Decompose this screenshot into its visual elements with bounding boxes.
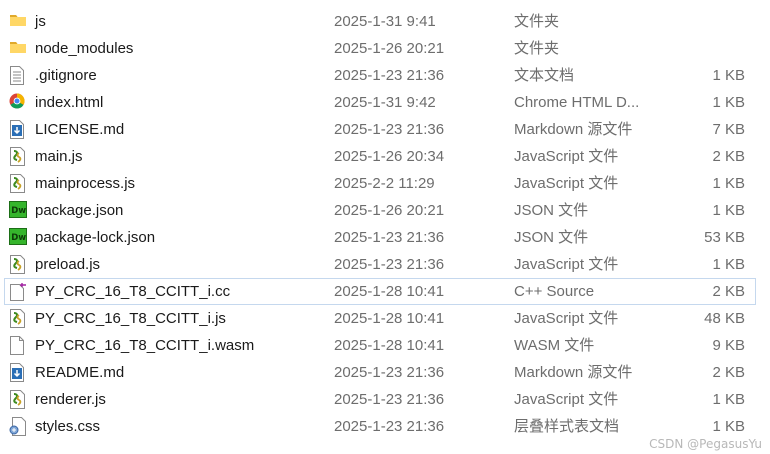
file-modified-date: 2025-1-23 21:36 xyxy=(334,121,445,138)
javascript-file-icon xyxy=(9,309,29,329)
file-name: preload.js xyxy=(35,256,101,273)
file-size: 1 KB xyxy=(712,67,745,84)
dreamweaver-json-icon: Dw xyxy=(9,201,29,221)
file-modified-date: 2025-1-23 21:36 xyxy=(334,256,445,273)
file-type: 文件夹 xyxy=(514,13,560,30)
file-row-py-crc-16-t8-ccitt-i-js[interactable]: PY_CRC_16_T8_CCITT_i.js 2025-1-28 10:41 Ja… xyxy=(4,305,756,332)
chrome-html-icon xyxy=(9,93,29,113)
file-size: 1 KB xyxy=(712,94,745,111)
file-row-gitignore[interactable]: .gitignore 2025-1-23 21:36 文本文档 1 KB xyxy=(4,62,756,89)
file-type: 文本文档 xyxy=(514,67,575,84)
file-type: Markdown 源文件 xyxy=(514,121,633,138)
file-size: 2 KB xyxy=(712,283,745,300)
file-name: LICENSE.md xyxy=(35,121,125,138)
file-type: WASM 文件 xyxy=(514,337,595,354)
svg-text:Dw: Dw xyxy=(11,233,26,243)
file-size: 2 KB xyxy=(712,148,745,165)
file-size: 1 KB xyxy=(712,256,745,273)
file-list: js 2025-1-31 9:41 文件夹 node_modules 2025-1-26… xyxy=(0,8,770,440)
file-type: 文件夹 xyxy=(514,40,560,57)
file-size: 9 KB xyxy=(712,337,745,354)
file-size: 1 KB xyxy=(712,175,745,192)
file-row-license-md[interactable]: LICENSE.md 2025-1-23 21:36 Markdown 源文件 7 K… xyxy=(4,116,756,143)
file-row-renderer-js[interactable]: renderer.js 2025-1-23 21:36 JavaScript 文件 1… xyxy=(4,386,756,413)
file-name: package.json xyxy=(35,202,124,219)
file-modified-date: 2025-1-23 21:36 xyxy=(334,364,445,381)
file-size: 48 KB xyxy=(704,310,745,327)
file-modified-date: 2025-2-2 11:29 xyxy=(334,175,435,192)
file-type: JSON 文件 xyxy=(514,229,589,246)
file-row-preload-js[interactable]: preload.js 2025-1-23 21:36 JavaScript 文件 1 … xyxy=(4,251,756,278)
folder-icon xyxy=(9,12,29,32)
file-row-package-lock-json[interactable]: Dw package-lock.json 2025-1-23 21:36 JSON 文… xyxy=(4,224,756,251)
file-name: renderer.js xyxy=(35,391,106,408)
file-type: Markdown 源文件 xyxy=(514,364,633,381)
javascript-file-icon xyxy=(9,174,29,194)
file-name: index.html xyxy=(35,94,104,111)
file-name: package-lock.json xyxy=(35,229,156,246)
file-row-index-html[interactable]: index.html 2025-1-31 9:42 Chrome HTML D...… xyxy=(4,89,756,116)
file-type: JSON 文件 xyxy=(514,202,589,219)
file-type: JavaScript 文件 xyxy=(514,391,619,408)
markdown-file-icon xyxy=(9,120,29,140)
file-modified-date: 2025-1-28 10:41 xyxy=(334,310,445,327)
css-file-icon xyxy=(9,417,29,437)
markdown-file-icon xyxy=(9,363,29,383)
file-type: JavaScript 文件 xyxy=(514,175,619,192)
file-type: JavaScript 文件 xyxy=(514,148,619,165)
file-size: 1 KB xyxy=(712,391,745,408)
file-modified-date: 2025-1-26 20:21 xyxy=(334,40,445,57)
file-modified-date: 2025-1-31 9:42 xyxy=(334,94,436,111)
svg-text:Dw: Dw xyxy=(11,206,26,216)
file-modified-date: 2025-1-26 20:21 xyxy=(334,202,445,219)
folder-icon xyxy=(9,39,29,59)
file-name: PY_CRC_16_T8_CCITT_i.cc xyxy=(35,283,231,300)
cpp-source-icon xyxy=(9,282,29,302)
file-name: main.js xyxy=(35,148,83,165)
file-name: styles.css xyxy=(35,418,101,435)
file-modified-date: 2025-1-23 21:36 xyxy=(334,391,445,408)
file-name: README.md xyxy=(35,364,125,381)
file-row-readme-md[interactable]: README.md 2025-1-23 21:36 Markdown 源文件 2 KB xyxy=(4,359,756,386)
file-type: JavaScript 文件 xyxy=(514,256,619,273)
dreamweaver-json-icon: Dw xyxy=(9,228,29,248)
file-size: 1 KB xyxy=(712,418,745,435)
file-row-package-json[interactable]: Dw package.json 2025-1-26 20:21 JSON 文件 1 KB xyxy=(4,197,756,224)
file-row-py-crc-16-t8-ccitt-i-cc[interactable]: PY_CRC_16_T8_CCITT_i.cc 2025-1-28 10:41 C+… xyxy=(4,278,756,305)
file-type: C++ Source xyxy=(514,283,595,300)
file-type: JavaScript 文件 xyxy=(514,310,619,327)
file-type: Chrome HTML D... xyxy=(514,94,640,111)
file-name: node_modules xyxy=(35,40,134,57)
file-size: 7 KB xyxy=(712,121,745,138)
file-name: js xyxy=(35,13,46,30)
file-name: PY_CRC_16_T8_CCITT_i.js xyxy=(35,310,226,327)
javascript-file-icon xyxy=(9,147,29,167)
file-row-py-crc-16-t8-ccitt-i-wasm[interactable]: PY_CRC_16_T8_CCITT_i.wasm 2025-1-28 10:41… xyxy=(4,332,756,359)
file-type: 层叠样式表文档 xyxy=(514,418,620,435)
text-file-icon xyxy=(9,66,29,86)
javascript-file-icon xyxy=(9,255,29,275)
file-row-main-js[interactable]: main.js 2025-1-26 20:34 JavaScript 文件 2 KB xyxy=(4,143,756,170)
file-row-mainprocess-js[interactable]: mainprocess.js 2025-2-2 11:29 JavaScript 文… xyxy=(4,170,756,197)
file-row-node-modules[interactable]: node_modules 2025-1-26 20:21 文件夹 xyxy=(4,35,756,62)
file-name: .gitignore xyxy=(35,67,97,84)
file-modified-date: 2025-1-31 9:41 xyxy=(334,13,436,30)
file-name: mainprocess.js xyxy=(35,175,136,192)
file-modified-date: 2025-1-28 10:41 xyxy=(334,283,445,300)
file-modified-date: 2025-1-28 10:41 xyxy=(334,337,445,354)
csdn-watermark: CSDN @PegasusYu xyxy=(649,437,762,451)
file-size: 2 KB xyxy=(712,364,745,381)
file-name: PY_CRC_16_T8_CCITT_i.wasm xyxy=(35,337,255,354)
javascript-file-icon xyxy=(9,390,29,410)
file-size: 53 KB xyxy=(704,229,745,246)
file-modified-date: 2025-1-26 20:34 xyxy=(334,148,445,165)
file-size: 1 KB xyxy=(712,202,745,219)
file-modified-date: 2025-1-23 21:36 xyxy=(334,67,445,84)
file-row-styles-css[interactable]: styles.css 2025-1-23 21:36 层叠样式表文档 1 KB xyxy=(4,413,756,440)
file-row-js[interactable]: js 2025-1-31 9:41 文件夹 xyxy=(4,8,756,35)
blank-file-icon xyxy=(9,336,29,356)
file-modified-date: 2025-1-23 21:36 xyxy=(334,418,445,435)
file-modified-date: 2025-1-23 21:36 xyxy=(334,229,445,246)
